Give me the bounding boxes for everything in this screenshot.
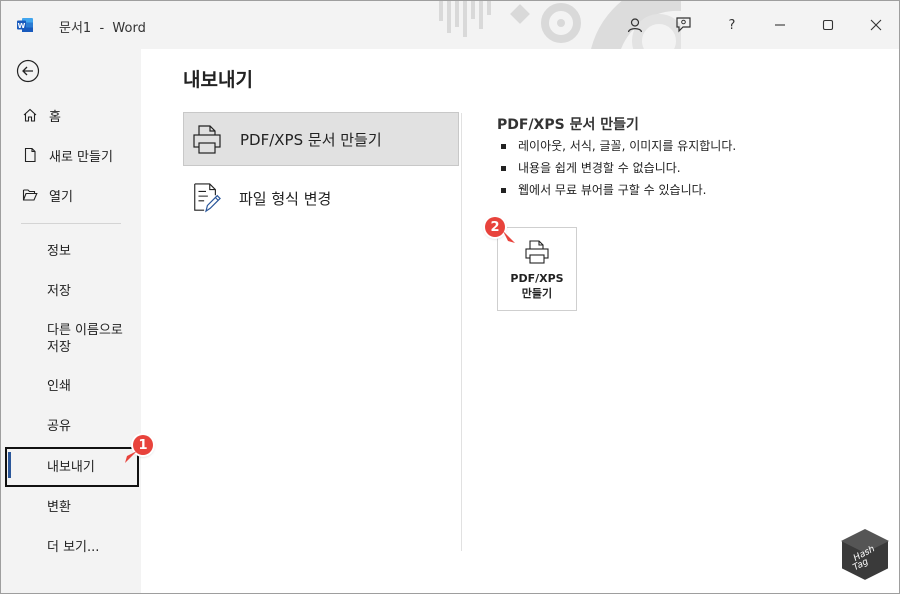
open-folder-icon <box>21 186 39 204</box>
nav-label-new: 새로 만들기 <box>49 149 113 165</box>
hashtag-watermark: Hash Tag <box>839 527 891 583</box>
bullet-item: 내용을 쉽게 변경할 수 없습니다. <box>501 157 736 179</box>
bullet-square-icon <box>501 187 506 193</box>
nav-item-save[interactable]: 저장 <box>5 274 139 308</box>
nav-label-open: 열기 <box>49 189 73 205</box>
option-create-pdf-xps-document[interactable]: PDF/XPS 문서 만들기 <box>183 112 459 166</box>
maximize-icon[interactable] <box>816 13 840 37</box>
nav-item-open[interactable]: 열기 <box>5 178 139 212</box>
bullet-square-icon <box>501 165 506 171</box>
create-pdf-xps-button-label: PDF/XPS 만들기 <box>510 271 563 301</box>
detail-bullet-list: 레이아웃, 서식, 글꼴, 이미지를 유지합니다. 내용을 쉽게 변경할 수 없… <box>501 135 736 201</box>
printer-icon <box>525 240 549 264</box>
bullet-square-icon <box>501 143 506 149</box>
nav-label-home: 홈 <box>49 109 61 125</box>
content-divider <box>461 113 462 551</box>
minimize-icon[interactable] <box>768 13 792 37</box>
bullet-item: 웹에서 무료 뷰어를 구할 수 있습니다. <box>501 179 736 201</box>
account-icon[interactable] <box>623 13 647 37</box>
nav-item-print[interactable]: 인쇄 <box>5 369 139 403</box>
option-change-file-type[interactable]: 파일 형식 변경 <box>183 171 459 225</box>
change-file-type-icon <box>191 181 221 215</box>
option-label-change-file-type: 파일 형식 변경 <box>239 189 332 208</box>
nav-item-save-as[interactable]: 다른 이름으로 저장 <box>5 321 139 357</box>
detail-title: PDF/XPS 문서 만들기 <box>497 117 639 133</box>
pdf-printer-icon <box>192 122 222 156</box>
nav-item-share[interactable]: 공유 <box>5 409 139 443</box>
new-document-icon <box>21 146 39 164</box>
nav-label-save-as: 다른 이름으로 저장 <box>47 323 123 355</box>
document-title: 문서1 - Word <box>59 21 146 36</box>
home-icon <box>21 106 39 124</box>
nav-label-more: 더 보기... <box>47 539 100 555</box>
nav-item-new[interactable]: 새로 만들기 <box>5 138 139 172</box>
backstage-nav: 홈 새로 만들기 열기 정보 저장 다른 이름으로 저장 인쇄 공유 내보내기 … <box>1 49 141 593</box>
bullet-text: 웹에서 무료 뷰어를 구할 수 있습니다. <box>518 183 707 197</box>
word-logo-icon: W <box>17 18 33 32</box>
option-label-create-pdf: PDF/XPS 문서 만들기 <box>240 130 382 149</box>
nav-divider <box>21 223 121 224</box>
svg-text:W: W <box>18 22 26 30</box>
nav-label-print: 인쇄 <box>47 378 71 394</box>
create-button-line1: PDF/XPS <box>510 272 564 285</box>
nav-label-info: 정보 <box>47 243 71 259</box>
bullet-text: 레이아웃, 서식, 글꼴, 이미지를 유지합니다. <box>518 139 737 153</box>
nav-label-transform: 변환 <box>47 499 71 515</box>
bullet-text: 내용을 쉽게 변경할 수 없습니다. <box>518 161 681 175</box>
help-icon[interactable]: ? <box>720 13 744 37</box>
coauthoring-icon[interactable] <box>672 13 696 37</box>
nav-label-export: 내보내기 <box>47 459 95 475</box>
nav-item-home[interactable]: 홈 <box>5 98 139 132</box>
word-window: W 문서1 - Word ? 홈 새로 만들기 열기 정보 저장 다른 이름으로… <box>0 0 900 594</box>
nav-label-save: 저장 <box>47 283 71 299</box>
back-arrow-icon[interactable] <box>16 59 40 83</box>
create-button-line2: 만들기 <box>521 287 553 300</box>
nav-item-transform[interactable]: 변환 <box>5 490 139 524</box>
bullet-item: 레이아웃, 서식, 글꼴, 이미지를 유지합니다. <box>501 135 736 157</box>
nav-item-export[interactable]: 내보내기 <box>5 447 139 487</box>
page-title: 내보내기 <box>183 69 253 91</box>
nav-item-info[interactable]: 정보 <box>5 234 139 268</box>
title-bar: W 문서1 - Word ? <box>1 1 899 49</box>
nav-item-more[interactable]: 더 보기... <box>5 530 139 564</box>
pointer-arrow-1-icon <box>125 451 137 463</box>
close-icon[interactable] <box>864 13 888 37</box>
pointer-arrow-2-icon <box>503 231 515 243</box>
nav-label-share: 공유 <box>47 418 71 434</box>
